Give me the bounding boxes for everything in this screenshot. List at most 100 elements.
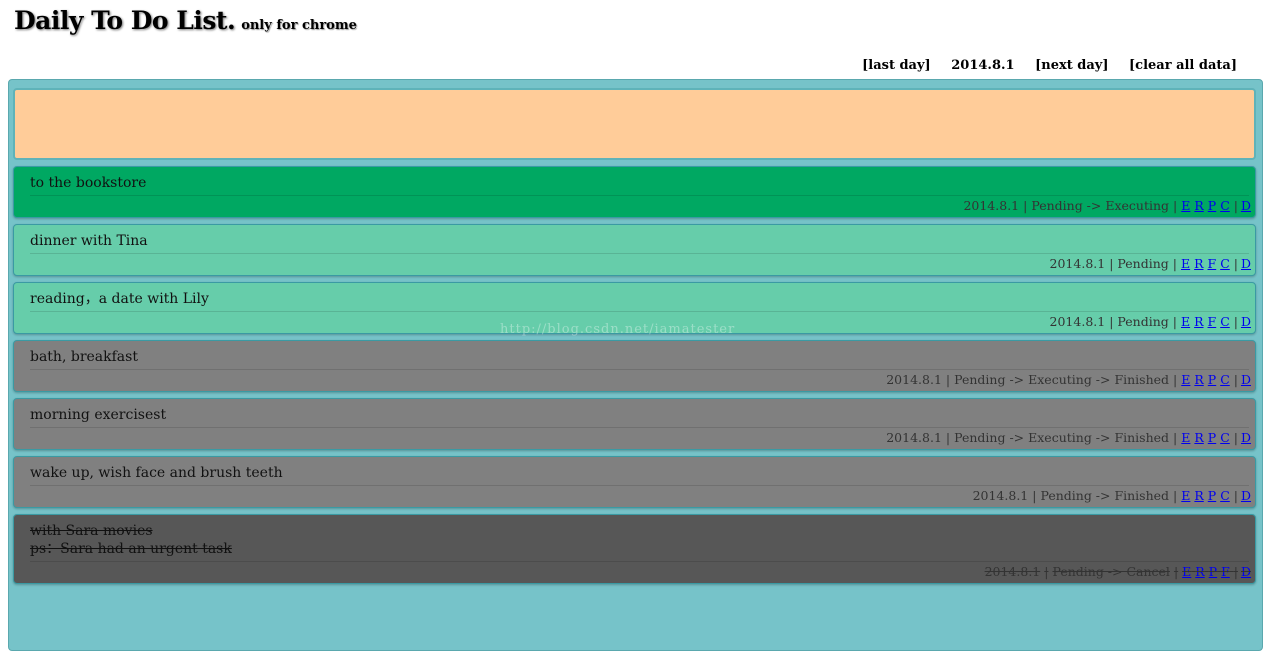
task-delete-link[interactable]: D bbox=[1241, 430, 1251, 445]
task-meta: 2014.8.1 | Pending -> Executing -> Finishe… bbox=[886, 372, 1251, 387]
task-date: 2014.8.1 bbox=[984, 564, 1041, 579]
task-text: dinner with Tina bbox=[30, 232, 1249, 254]
task-meta: 2014.8.1 | Pending | E R F C | D bbox=[1050, 256, 1251, 271]
task-action-e-link[interactable]: E bbox=[1181, 256, 1190, 271]
separator: | bbox=[1173, 430, 1178, 445]
separator: | bbox=[1172, 256, 1177, 271]
separator: | bbox=[945, 430, 951, 445]
separator: | bbox=[1023, 198, 1028, 213]
date-navigation: [last day] 2014.8.1 [next day] [clear al… bbox=[846, 58, 1237, 73]
task-text: with Sara movies ps：Sara had an urgent ta… bbox=[30, 522, 1249, 562]
task-action-r-link[interactable]: R bbox=[1194, 372, 1203, 387]
task-meta: 2014.8.1 | Pending -> Executing -> Finishe… bbox=[886, 430, 1251, 445]
task-item: dinner with Tina 2014.8.1 | Pending | E R F C… bbox=[13, 224, 1256, 276]
task-action-p-link[interactable]: P bbox=[1209, 564, 1217, 579]
task-action-p-link[interactable]: P bbox=[1208, 430, 1216, 445]
task-action-r-link[interactable]: R bbox=[1194, 256, 1203, 271]
task-action-c-link[interactable]: C bbox=[1220, 314, 1230, 329]
task-delete-link[interactable]: D bbox=[1241, 564, 1251, 579]
task-item: morning exercisest 2014.8.1 | Pending -> Ex… bbox=[13, 398, 1256, 450]
task-status: Pending -> Executing -> Finished bbox=[954, 430, 1170, 445]
task-delete-link[interactable]: D bbox=[1241, 198, 1251, 213]
separator: | bbox=[1109, 314, 1114, 329]
task-status: Pending -> Executing -> Finished bbox=[954, 372, 1170, 387]
watermark: http://blog.csdn.net/iamatester bbox=[500, 322, 736, 337]
task-action-e-link[interactable]: E bbox=[1181, 488, 1190, 503]
task-action-e-link[interactable]: E bbox=[1181, 198, 1190, 213]
task-meta: 2014.8.1 | Pending -> Cancel | E R P F | D bbox=[985, 564, 1251, 579]
clear-all-data-link[interactable]: [clear all data] bbox=[1129, 58, 1237, 73]
task-item: with Sara movies ps：Sara had an urgent ta… bbox=[13, 514, 1256, 584]
separator: | bbox=[1044, 564, 1049, 579]
task-text: wake up, wish face and brush teeth bbox=[30, 464, 1249, 486]
separator: | bbox=[1233, 564, 1238, 579]
task-action-e-link[interactable]: E bbox=[1181, 430, 1190, 445]
task-delete-link[interactable]: D bbox=[1241, 372, 1251, 387]
task-action-r-link[interactable]: R bbox=[1194, 314, 1203, 329]
task-text-line: to the bookstore bbox=[30, 175, 147, 191]
task-action-r-link[interactable]: R bbox=[1195, 564, 1204, 579]
separator: | bbox=[1233, 314, 1238, 329]
task-text-note: ps：Sara had an urgent task bbox=[30, 541, 232, 557]
separator: | bbox=[1173, 372, 1178, 387]
task-delete-link[interactable]: D bbox=[1241, 256, 1251, 271]
task-meta: 2014.8.1 | Pending -> Finished | E R P C | D bbox=[973, 488, 1251, 503]
task-action-c-link[interactable]: C bbox=[1220, 430, 1230, 445]
task-action-c-link[interactable]: C bbox=[1220, 372, 1230, 387]
task-action-c-link[interactable]: C bbox=[1220, 256, 1230, 271]
task-item: bath, breakfast 2014.8.1 | Pending -> Execu… bbox=[13, 340, 1256, 392]
task-text-line: morning exercisest bbox=[30, 407, 167, 423]
separator: | bbox=[1109, 256, 1114, 271]
task-date: 2014.8.1 bbox=[1049, 256, 1106, 271]
separator: | bbox=[1173, 198, 1178, 213]
page-title: Daily To Do List. bbox=[14, 6, 236, 35]
separator: | bbox=[1233, 372, 1238, 387]
task-text: reading，a date with Lily bbox=[30, 290, 1249, 312]
task-action-f-link[interactable]: F bbox=[1221, 564, 1230, 579]
task-status: Pending bbox=[1117, 314, 1169, 329]
task-action-r-link[interactable]: R bbox=[1194, 430, 1203, 445]
next-day-link[interactable]: [next day] bbox=[1035, 58, 1108, 73]
task-action-p-link[interactable]: P bbox=[1208, 372, 1216, 387]
task-delete-link[interactable]: D bbox=[1241, 488, 1251, 503]
task-date: 2014.8.1 bbox=[886, 372, 942, 387]
task-date: 2014.8.1 bbox=[972, 488, 1029, 503]
task-item: wake up, wish face and brush teeth 2014.8… bbox=[13, 456, 1256, 508]
task-action-r-link[interactable]: R bbox=[1194, 488, 1203, 503]
task-delete-link[interactable]: D bbox=[1241, 314, 1251, 329]
task-action-e-link[interactable]: E bbox=[1181, 314, 1190, 329]
task-action-f-link[interactable]: F bbox=[1208, 256, 1217, 271]
task-text-line: reading，a date with Lily bbox=[30, 291, 209, 307]
task-status: Pending bbox=[1117, 256, 1169, 271]
new-task-input[interactable] bbox=[13, 88, 1256, 160]
current-date: 2014.8.1 bbox=[951, 58, 1015, 73]
task-action-r-link[interactable]: R bbox=[1194, 198, 1203, 213]
last-day-link[interactable]: [last day] bbox=[862, 58, 931, 73]
task-action-e-link[interactable]: E bbox=[1181, 372, 1190, 387]
task-text-line: wake up, wish face and brush teeth bbox=[30, 465, 283, 481]
task-text: bath, breakfast bbox=[30, 348, 1249, 370]
separator: | bbox=[1233, 256, 1238, 271]
task-text-line: bath, breakfast bbox=[30, 349, 138, 365]
task-text-line: dinner with Tina bbox=[30, 233, 148, 249]
separator: | bbox=[1173, 564, 1179, 579]
separator: | bbox=[1233, 430, 1238, 445]
separator: | bbox=[945, 372, 951, 387]
task-action-p-link[interactable]: P bbox=[1208, 488, 1216, 503]
separator: | bbox=[1032, 488, 1037, 503]
page-header: Daily To Do List. only for chrome bbox=[14, 6, 357, 35]
task-meta: 2014.8.1 | Pending -> Executing | E R P C | D bbox=[963, 198, 1251, 213]
task-item: to the bookstore 2014.8.1 | Pending -> Exec… bbox=[13, 166, 1256, 218]
task-text: morning exercisest bbox=[30, 406, 1249, 428]
task-action-c-link[interactable]: C bbox=[1220, 488, 1230, 503]
separator: | bbox=[1233, 198, 1238, 213]
task-action-e-link[interactable]: E bbox=[1182, 564, 1191, 579]
task-action-c-link[interactable]: C bbox=[1220, 198, 1230, 213]
task-meta: 2014.8.1 | Pending | E R F C | D bbox=[1050, 314, 1251, 329]
page-subtitle: only for chrome bbox=[241, 18, 357, 33]
task-action-p-link[interactable]: P bbox=[1208, 198, 1216, 213]
task-status: Pending -> Finished bbox=[1040, 488, 1170, 503]
task-date: 2014.8.1 bbox=[886, 430, 942, 445]
task-board: to the bookstore 2014.8.1 | Pending -> Exec… bbox=[8, 79, 1263, 651]
task-action-f-link[interactable]: F bbox=[1208, 314, 1217, 329]
